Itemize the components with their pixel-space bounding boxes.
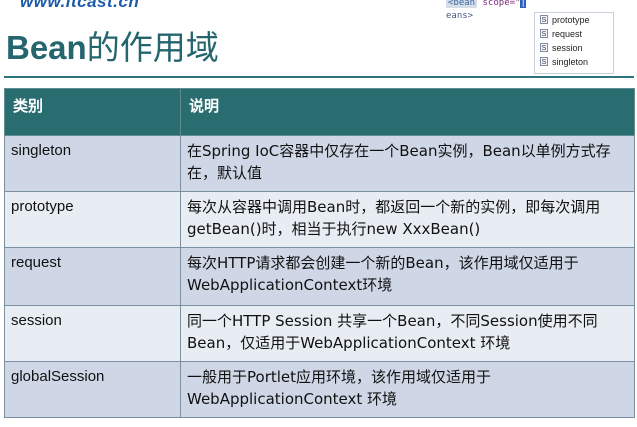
page-title-latin: Bean bbox=[6, 29, 87, 66]
autocomplete-label: singleton bbox=[552, 57, 589, 67]
text-cursor: | bbox=[520, 0, 526, 8]
autocomplete-item-request[interactable]: Srequest bbox=[535, 27, 613, 41]
table-row: request 每次HTTP请求都会创建一个新的Bean，该作用域仅适用于Web… bbox=[4, 247, 635, 306]
scope-name: request bbox=[4, 247, 181, 306]
table-header-row: 类别 说明 bbox=[4, 88, 635, 136]
column-header-category: 类别 bbox=[4, 88, 181, 136]
scope-name: globalSession bbox=[4, 361, 181, 418]
autocomplete-label: prototype bbox=[552, 15, 590, 25]
scope-description: 一般用于Portlet应用环境，该作用域仅适用于WebApplicationCo… bbox=[180, 361, 635, 418]
code-tag: <bean bbox=[446, 0, 478, 8]
autocomplete-item-session[interactable]: Ssession bbox=[535, 41, 613, 55]
table-row: prototype 每次从容器中调用Bean时，都返回一个新的实例，即每次调用g… bbox=[4, 191, 635, 248]
code-attribute: scope=" bbox=[482, 0, 521, 8]
table-row: singleton 在Spring IoC容器中仅存在一个Bean实例，Bean… bbox=[4, 135, 635, 192]
string-value-icon: S bbox=[540, 29, 548, 38]
scope-description: 每次从容器中调用Bean时，都返回一个新的实例，即每次调用getBean()时，… bbox=[180, 191, 635, 248]
string-value-icon: S bbox=[540, 15, 548, 24]
title-divider bbox=[4, 76, 634, 78]
bean-scope-table: 类别 说明 singleton 在Spring IoC容器中仅存在一个Bean实… bbox=[4, 88, 635, 418]
string-value-icon: S bbox=[540, 57, 548, 66]
autocomplete-popup[interactable]: Sprototype Srequest Ssession Ssingleton bbox=[534, 12, 614, 74]
autocomplete-label: session bbox=[552, 43, 583, 53]
column-header-description: 说明 bbox=[180, 88, 635, 136]
autocomplete-item-singleton[interactable]: Ssingleton bbox=[535, 55, 613, 69]
scope-description: 同一个HTTP Session 共享一个Bean，不同Session使用不同Be… bbox=[180, 305, 635, 362]
table-row: globalSession 一般用于Portlet应用环境，该作用域仅适用于We… bbox=[4, 361, 635, 418]
scope-description: 在Spring IoC容器中仅存在一个Bean实例，Bean以单例方式存在，默认… bbox=[180, 135, 635, 192]
autocomplete-item-prototype[interactable]: Sprototype bbox=[535, 13, 613, 27]
scope-name: prototype bbox=[4, 191, 181, 248]
page-title: Bean的作用域 bbox=[6, 28, 219, 68]
table-row: session 同一个HTTP Session 共享一个Bean，不同Sessi… bbox=[4, 305, 635, 362]
page-title-cjk: 的作用域 bbox=[86, 28, 219, 67]
scope-name: singleton bbox=[4, 135, 181, 192]
string-value-icon: S bbox=[540, 43, 548, 52]
site-url: www.itcast.cn bbox=[20, 0, 140, 11]
code-line: <bean scope="| bbox=[446, 0, 526, 10]
code-line: eans> bbox=[446, 11, 474, 21]
scope-description: 每次HTTP请求都会创建一个新的Bean，该作用域仅适用于WebApplicat… bbox=[180, 247, 635, 306]
autocomplete-label: request bbox=[552, 29, 583, 39]
scope-name: session bbox=[4, 305, 181, 362]
